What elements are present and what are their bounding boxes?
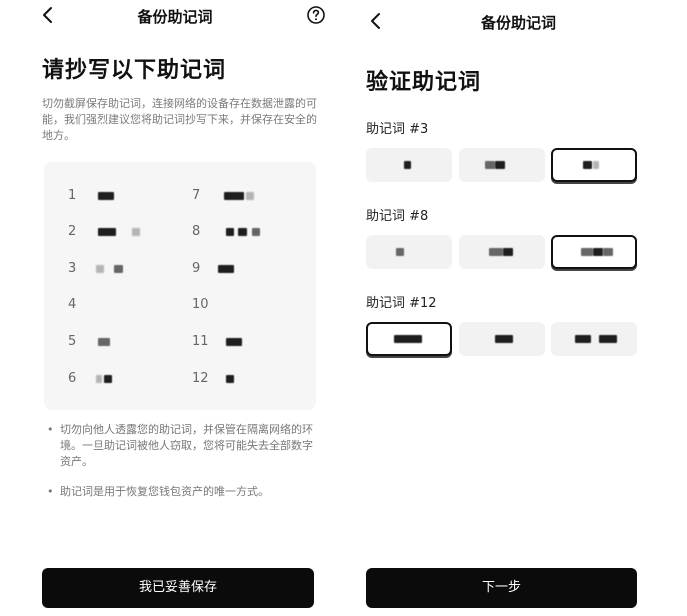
word-option-selected[interactable] (366, 322, 452, 356)
tip-text: 助记词是用于恢复您钱包资产的唯一方式。 (60, 485, 269, 498)
mnemonic-word-4: 4 (68, 295, 168, 317)
obscured-word (104, 375, 112, 383)
word-number: 6 (68, 371, 77, 386)
obscured-word (98, 192, 114, 200)
word-number: 5 (68, 334, 77, 349)
verify-mnemonic-screen: 备份助记词 验证助记词 助记词 #3 助记词 #8 助记词 #12 下一步 (350, 0, 687, 616)
word-number: 3 (68, 261, 77, 276)
mnemonic-word-7: 7 (192, 186, 292, 208)
mnemonic-word-2: 2 (68, 222, 168, 244)
obscured-word (132, 228, 140, 236)
top-bar: 备份助记词 (350, 0, 687, 32)
word-number: 1 (68, 188, 77, 203)
mnemonic-word-9: 9 (192, 259, 292, 281)
verify-label-12: 助记词 #12 (366, 296, 437, 311)
top-bar: 备份助记词 (0, 0, 350, 32)
warning-description: 切勿截屏保存助记词，连接网络的设备存在数据泄露的可能，我们强烈建议您将助记词抄写… (42, 97, 317, 142)
obscured-word (246, 192, 254, 200)
mnemonic-word-1: 1 (68, 186, 168, 208)
mnemonic-word-grid: 1 2 3 4 5 6 7 8 9 10 11 12 (44, 162, 316, 410)
obscured-word (252, 228, 260, 236)
word-option[interactable] (366, 148, 452, 182)
obscured-word (396, 248, 404, 256)
word-number: 11 (192, 334, 209, 349)
help-button[interactable] (306, 5, 326, 25)
obscured-word (96, 265, 104, 273)
next-step-button[interactable]: 下一步 (366, 568, 637, 608)
mnemonic-word-5: 5 (68, 332, 168, 354)
mnemonic-word-11: 11 (192, 332, 292, 354)
obscured-word (226, 338, 242, 346)
obscured-word (575, 335, 591, 343)
verify-label-8: 助记词 #8 (366, 209, 429, 224)
obscured-word (593, 161, 599, 169)
bullet-dot: • (47, 485, 54, 498)
page-header-title: 备份助记词 (137, 8, 213, 26)
backup-mnemonic-screen: 备份助记词 请抄写以下助记词 切勿截屏保存助记词，连接网络的设备存在数据泄露的可… (0, 0, 350, 616)
word-number: 9 (192, 261, 201, 276)
word-option[interactable] (459, 148, 545, 182)
word-number: 8 (192, 224, 201, 239)
obscured-word (96, 375, 102, 383)
word-number: 2 (68, 224, 77, 239)
verify-label-3: 助记词 #3 (366, 122, 429, 137)
bullet-dot: • (47, 423, 54, 436)
saved-confirm-button[interactable]: 我已妥善保存 (42, 568, 314, 608)
word-number: 10 (192, 297, 209, 312)
word-number: 4 (68, 297, 77, 312)
tip-text: 切勿向他人透露您的助记词，并保管在隔离网络的环境。一旦助记词被他人窃取，您将可能… (60, 423, 313, 468)
obscured-word (495, 335, 513, 343)
word-number: 7 (192, 188, 201, 203)
obscured-word (583, 161, 592, 169)
word-option[interactable] (459, 235, 545, 269)
obscured-word (593, 248, 603, 256)
word-option[interactable] (459, 322, 545, 356)
obscured-word (394, 335, 422, 343)
security-tips: • 切勿向他人透露您的助记词，并保管在隔离网络的环境。一旦助记词被他人窃取，您将… (44, 422, 319, 514)
obscured-word (489, 248, 503, 256)
obscured-word (485, 161, 495, 169)
obscured-word (114, 265, 123, 273)
mnemonic-word-3: 3 (68, 259, 168, 281)
page-title: 请抄写以下助记词 (42, 58, 227, 83)
obscured-word (603, 248, 613, 256)
obscured-word (404, 161, 411, 169)
obscured-word (599, 335, 617, 343)
word-option[interactable] (366, 235, 452, 269)
mnemonic-word-8: 8 (192, 222, 292, 244)
mnemonic-word-12: 12 (192, 369, 292, 391)
mnemonic-word-6: 6 (68, 369, 168, 391)
obscured-word (98, 228, 116, 236)
word-option-selected[interactable] (551, 235, 637, 269)
page-header-title: 备份助记词 (480, 14, 556, 32)
obscured-word (503, 248, 513, 256)
obscured-word (226, 228, 234, 236)
obscured-word (238, 228, 247, 236)
obscured-word (98, 338, 110, 346)
obscured-word (224, 192, 244, 200)
tip-item: • 助记词是用于恢复您钱包资产的唯一方式。 (44, 484, 319, 500)
obscured-word (495, 161, 505, 169)
word-number: 12 (192, 371, 209, 386)
page-title: 验证助记词 (366, 70, 482, 95)
tip-item: • 切勿向他人透露您的助记词，并保管在隔离网络的环境。一旦助记词被他人窃取，您将… (44, 422, 319, 470)
question-circle-icon (307, 6, 325, 24)
obscured-word (581, 248, 593, 256)
mnemonic-word-10: 10 (192, 295, 292, 317)
obscured-word (218, 265, 234, 273)
word-option-selected[interactable] (551, 148, 637, 182)
obscured-word (226, 375, 234, 383)
word-option[interactable] (551, 322, 637, 356)
